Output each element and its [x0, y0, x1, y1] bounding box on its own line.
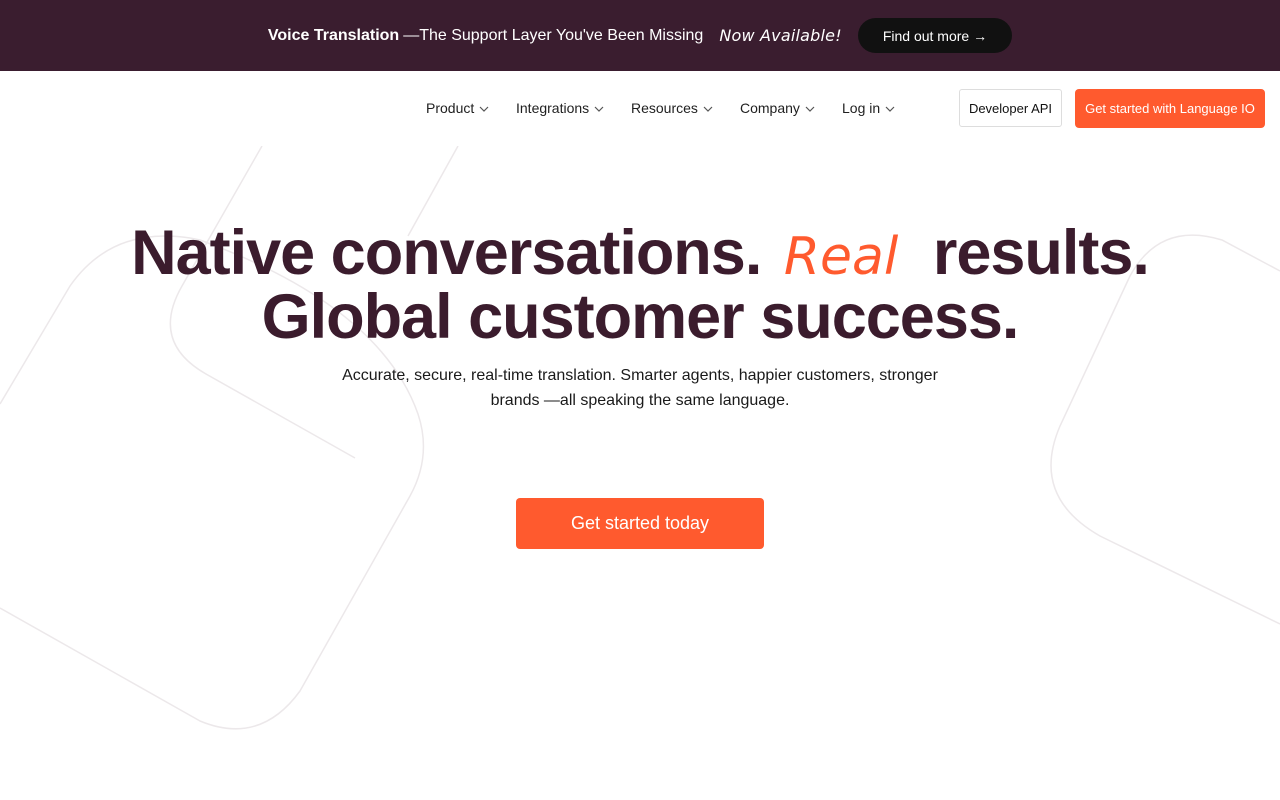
nav-item-label: Company [740, 100, 800, 116]
nav-item-label: Resources [631, 100, 698, 116]
hero-heading-start: Native conversations. [131, 218, 762, 288]
hero-heading-end: results. [932, 218, 1150, 288]
nav-item-resources[interactable]: Resources [631, 100, 713, 116]
developer-api-button[interactable]: Developer API [959, 89, 1062, 127]
get-started-nav-button[interactable]: Get started with Language IO [1075, 89, 1265, 128]
main-nav: Product Integrations Resources Company L… [0, 71, 1280, 146]
find-out-more-button[interactable]: Find out more → [857, 18, 1013, 53]
chevron-down-icon [885, 106, 895, 112]
hero-heading-line-2: Global customer success. [261, 282, 1020, 352]
announcement-title: Voice Translation [267, 26, 400, 44]
chevron-down-icon [594, 106, 604, 112]
hero-heading-line-1: Native conversations. Real results. [0, 222, 1280, 285]
chevron-down-icon [703, 106, 713, 112]
nav-item-label: Product [426, 100, 475, 116]
nav-item-label: Integrations [516, 100, 590, 116]
hero-heading-accent: Real [783, 227, 899, 287]
get-started-today-button[interactable]: Get started today [516, 498, 764, 549]
announcement-badge: Now Available! [719, 26, 842, 45]
chevron-down-icon [805, 106, 815, 112]
nav-item-login[interactable]: Log in [842, 100, 895, 116]
nav-item-product[interactable]: Product [426, 100, 489, 116]
announcement-bar: Voice Translation —The Support Layer You… [0, 0, 1280, 71]
nav-item-company[interactable]: Company [740, 100, 815, 116]
hero-subtitle: Accurate, secure, real-time translation.… [342, 367, 938, 409]
chevron-down-icon [479, 106, 489, 112]
nav-item-integrations[interactable]: Integrations [516, 100, 604, 116]
nav-item-label: Log in [842, 100, 881, 116]
announcement-text: —The Support Layer You've Been Missing [403, 26, 704, 44]
